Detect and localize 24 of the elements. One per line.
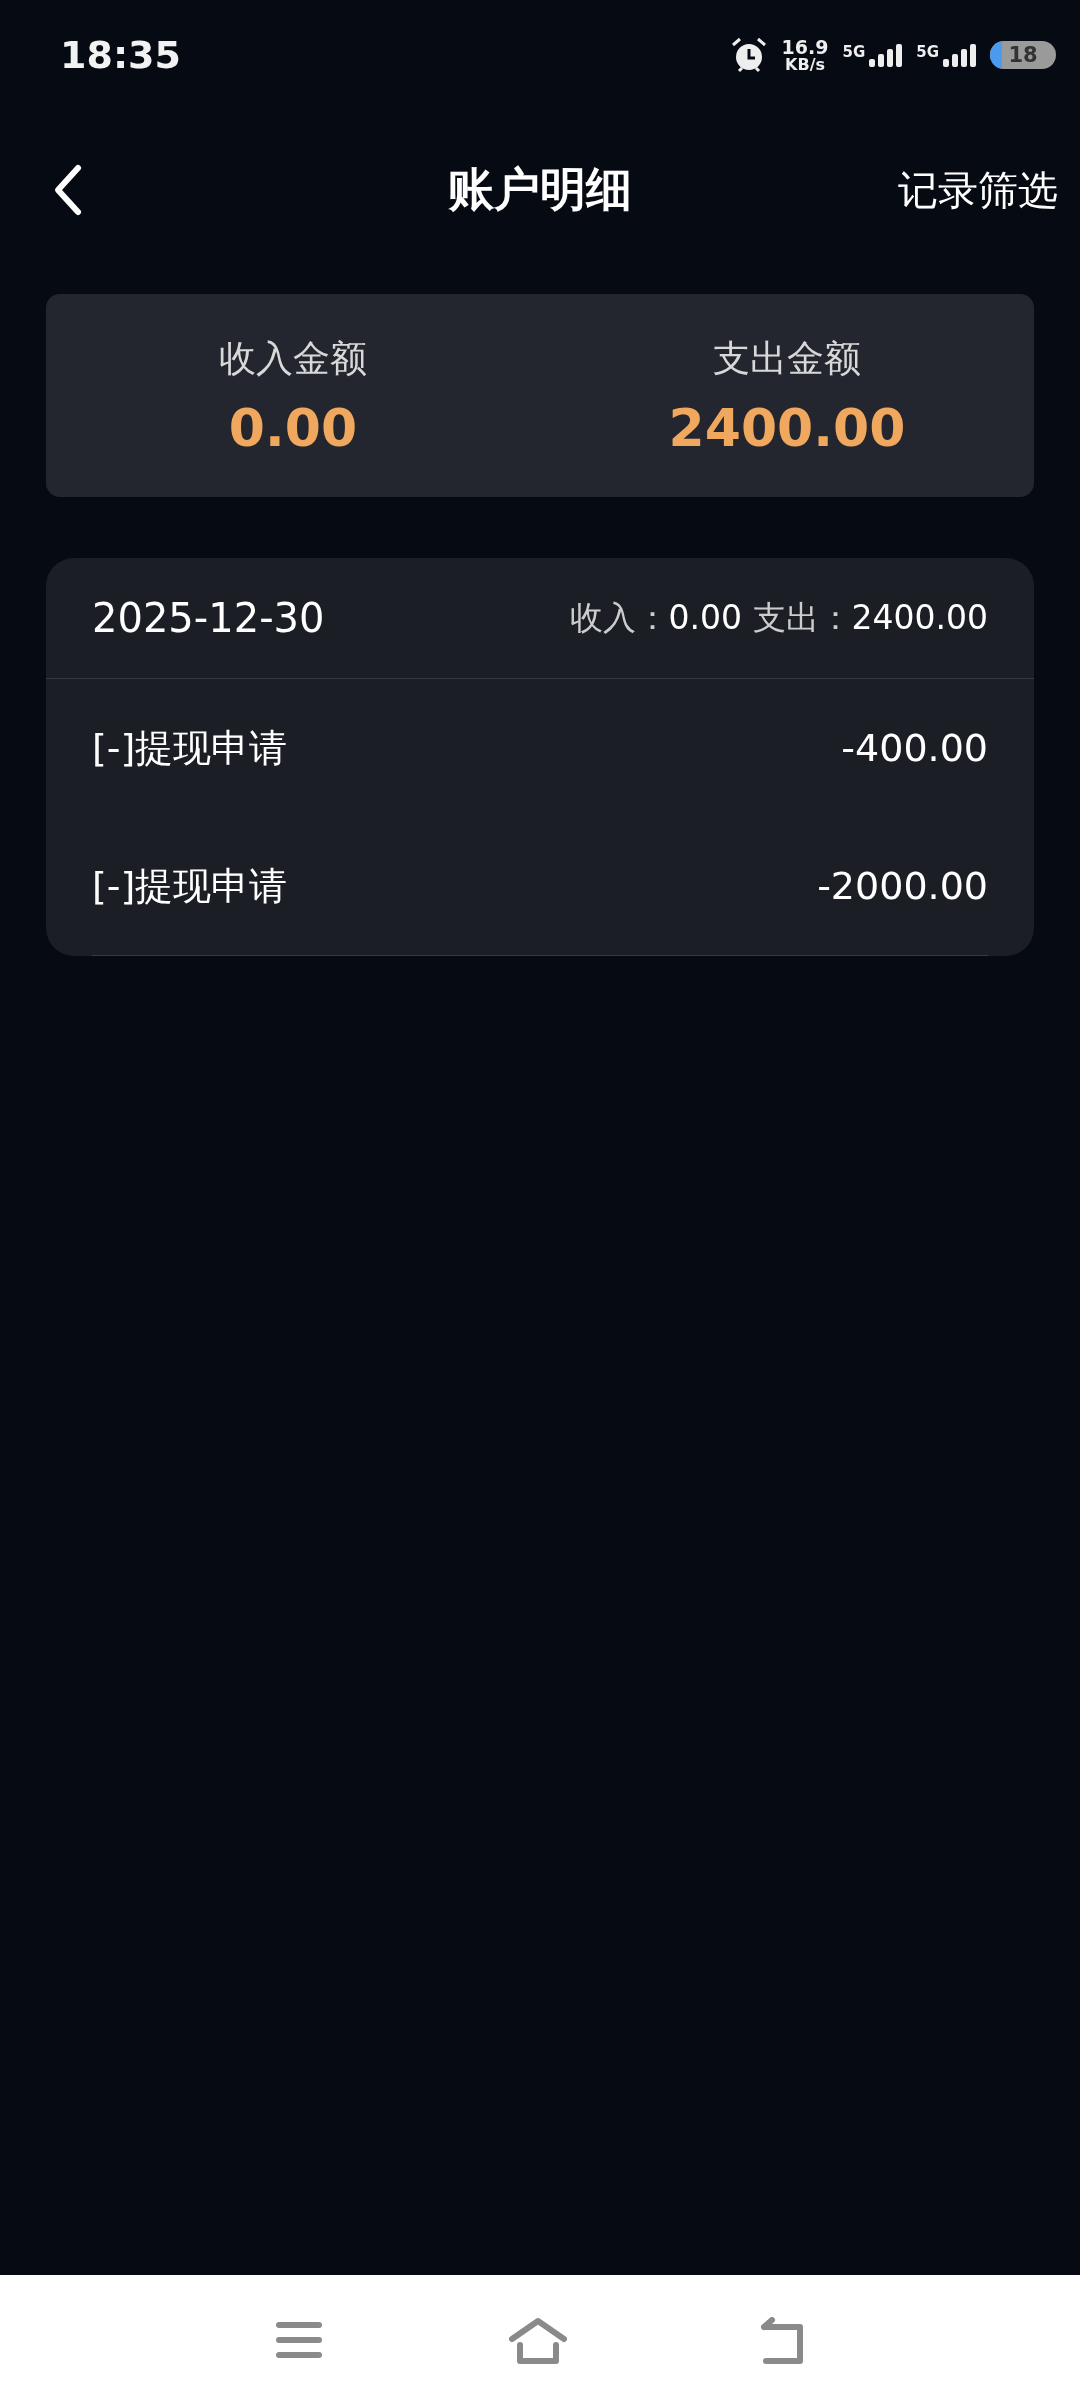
menu-icon[interactable] [276,2321,322,2359]
page-title: 账户明细 [448,162,632,216]
network-speed: 16.9 KB/s [781,37,829,73]
filter-button[interactable]: 记录筛选 [898,162,1058,218]
date-label: 2025-12-30 [92,595,325,641]
network-type: 5G [916,43,939,61]
transaction-title: [-]提现申请 [92,724,288,772]
day-totals: 收入：0.00 支出：2400.00 [569,596,988,639]
battery-icon: 18 [990,41,1056,69]
status-time: 18:35 [60,33,181,77]
signal-icon [869,43,903,67]
summary-amount: 0.00 [228,397,358,458]
alarm-clock-icon [729,36,768,74]
transaction-row[interactable]: [-]提现申请 -2000.00 [46,817,1034,955]
transaction-amount: -400.00 [841,726,988,770]
summary-label: 收入金额 [219,335,367,382]
network-type: 5G [842,43,866,61]
signal-icon [943,43,976,67]
home-icon[interactable] [508,2317,568,2365]
summary-label: 支出金额 [713,335,861,382]
transaction-amount: -2000.00 [817,864,988,908]
transaction-title: [-]提现申请 [92,862,288,910]
summary-amount: 2400.00 [668,397,906,458]
transaction-row[interactable]: [-]提现申请 -400.00 [46,679,1034,817]
